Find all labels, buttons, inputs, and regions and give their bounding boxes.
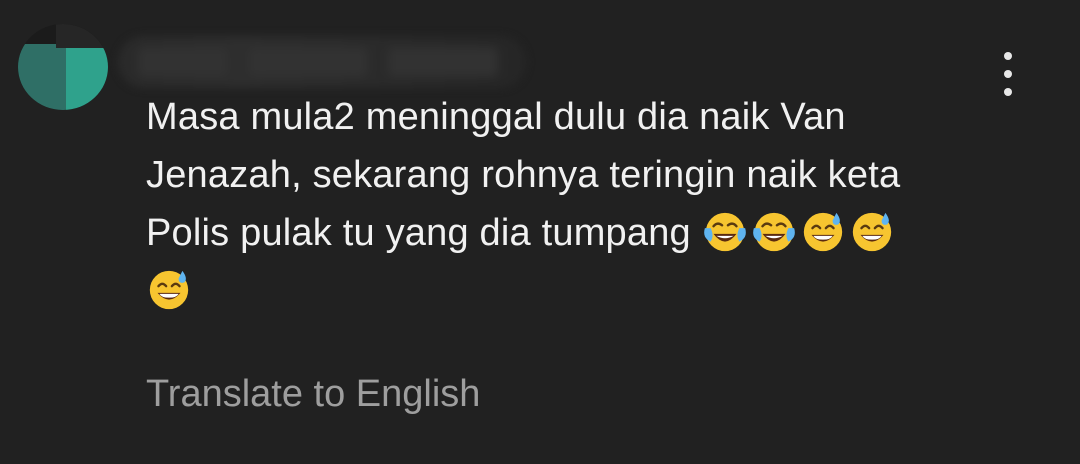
author-name-redacted — [118, 36, 526, 88]
grinning-face-with-sweat-icon — [803, 212, 842, 252]
comment-line-text: Polis pulak tu yang dia tumpang — [146, 212, 691, 254]
translate-button[interactable]: Translate to English — [146, 366, 480, 422]
grinning-face-with-sweat-icon — [852, 212, 891, 252]
face-with-tears-of-joy-icon — [752, 212, 795, 252]
comment-item: Masa mula2 meninggal dulu dia naik Van J… — [0, 0, 1080, 464]
comment-line: Polis pulak tu yang dia tumpang — [146, 204, 986, 262]
more-options-button[interactable] — [992, 52, 1024, 96]
grinning-face-with-sweat-icon — [149, 270, 189, 310]
comment-line — [146, 262, 986, 320]
comment-line: Jenazah, sekarang rohnya teringin naik k… — [146, 154, 901, 196]
more-options-icon — [1004, 52, 1012, 60]
more-options-icon-dot — [1004, 70, 1012, 78]
more-options-icon-dot — [1004, 88, 1012, 96]
comment-line: Masa mula2 meninggal dulu dia naik Van — [146, 96, 846, 138]
avatar[interactable] — [18, 24, 108, 110]
comment-text: Masa mula2 meninggal dulu dia naik Van J… — [146, 88, 986, 320]
face-with-tears-of-joy-icon — [703, 212, 746, 252]
